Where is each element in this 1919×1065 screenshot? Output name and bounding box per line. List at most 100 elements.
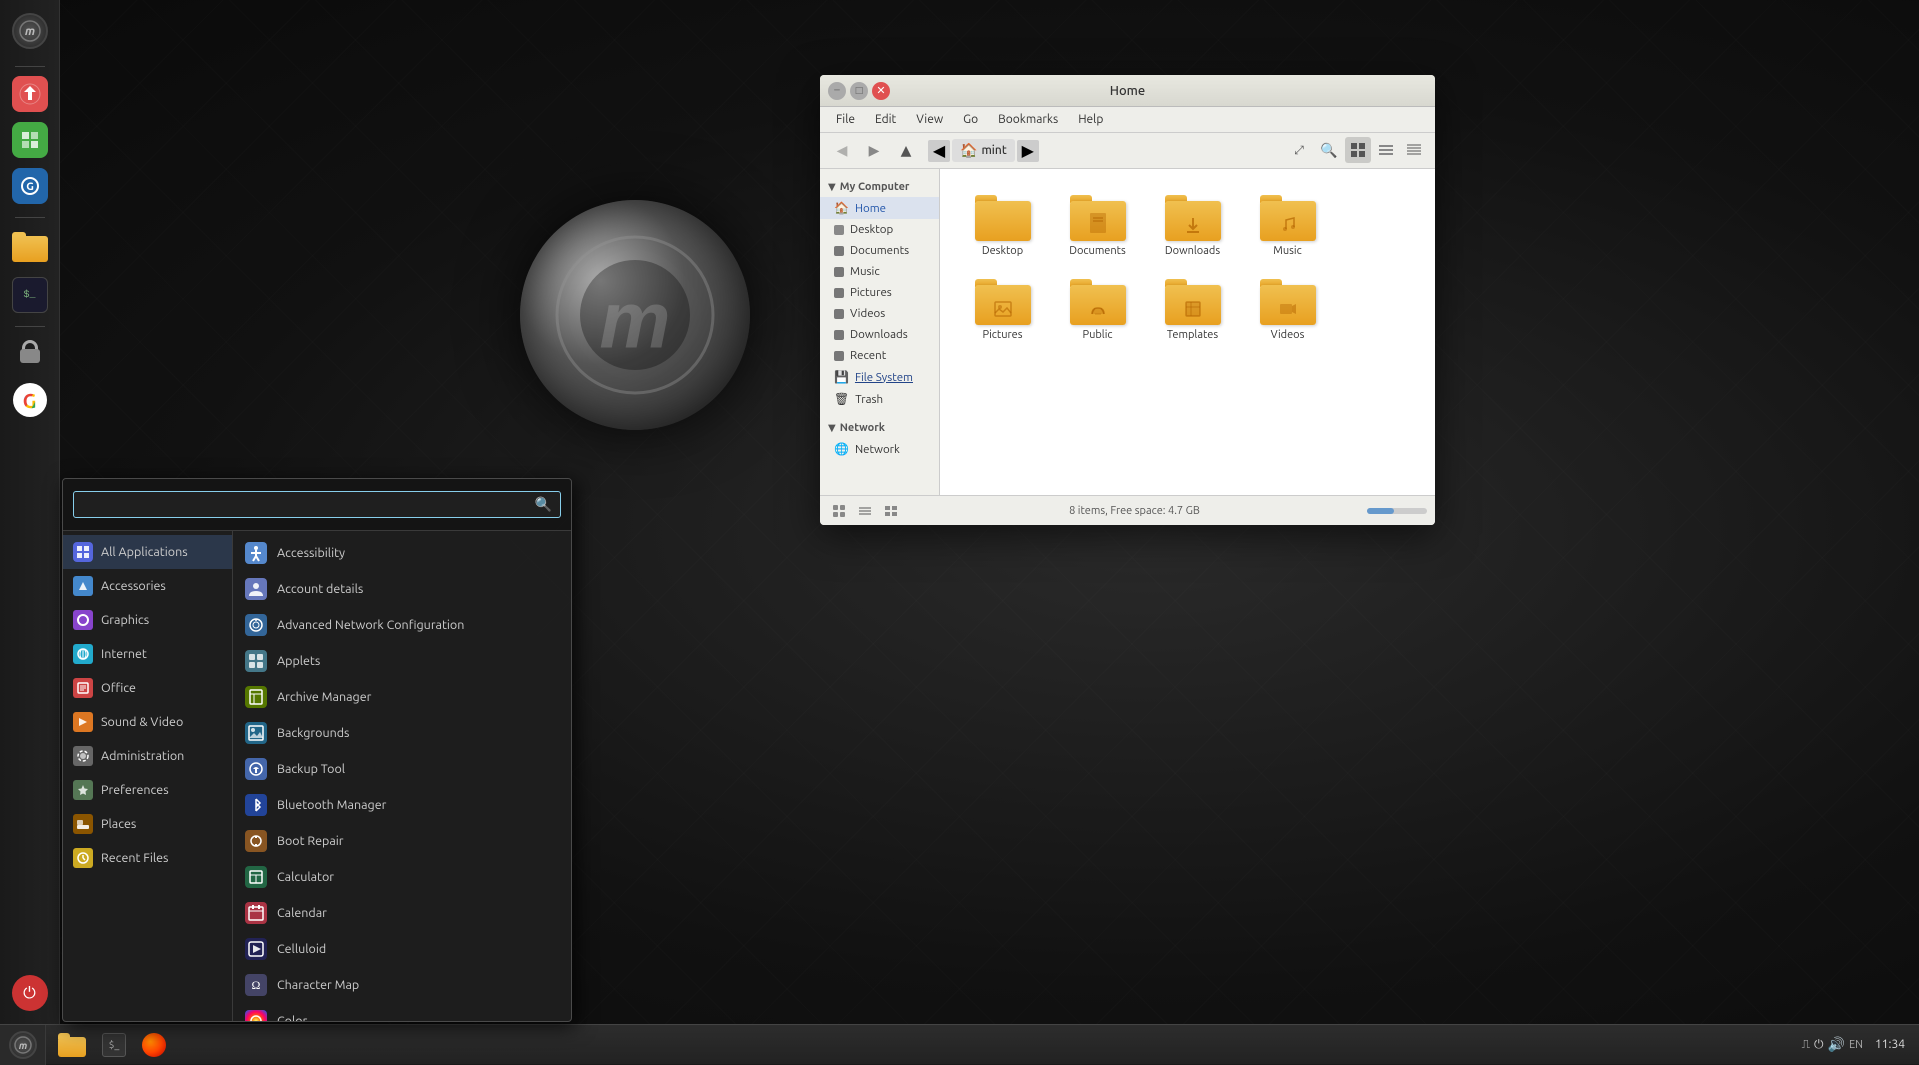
fm-folder-pictures[interactable]: Pictures bbox=[960, 273, 1045, 347]
app-character-map-label: Character Map bbox=[277, 978, 359, 992]
fm-sidebar-network[interactable]: 🌐Network bbox=[820, 438, 939, 460]
fm-icon-view-button[interactable] bbox=[1345, 137, 1371, 163]
fm-sidebar-trash[interactable]: 🗑Trash bbox=[820, 388, 939, 410]
fm-close-button[interactable]: ✕ bbox=[872, 82, 890, 100]
menu-search-input[interactable] bbox=[82, 497, 535, 512]
fm-folder-downloads[interactable]: Downloads bbox=[1150, 189, 1235, 263]
menu-cat-graphics[interactable]: Graphics bbox=[63, 603, 232, 637]
fm-sidebar-desktop[interactable]: Desktop bbox=[820, 219, 939, 240]
dock-lock[interactable] bbox=[9, 333, 51, 375]
menu-app-calendar[interactable]: Calendar bbox=[233, 895, 571, 931]
menu-app-celluloid[interactable]: Celluloid bbox=[233, 931, 571, 967]
fm-status-icon-1[interactable] bbox=[828, 500, 850, 522]
fm-up-button[interactable]: ▲ bbox=[892, 137, 920, 165]
dock-folder[interactable] bbox=[9, 224, 51, 270]
dock-mint-menu[interactable]: m bbox=[9, 10, 51, 52]
fm-sidebar-pictures[interactable]: Pictures bbox=[820, 282, 939, 303]
fm-folder-desktop[interactable]: Desktop bbox=[960, 189, 1045, 263]
fm-forward-button[interactable]: ▶ bbox=[860, 137, 888, 165]
fm-compact-view-button[interactable] bbox=[1401, 137, 1427, 163]
fm-path-right-btn[interactable]: ▶ bbox=[1017, 140, 1039, 162]
fm-sidebar-videos[interactable]: Videos bbox=[820, 303, 939, 324]
fm-menu-edit[interactable]: Edit bbox=[867, 110, 904, 129]
fm-folder-music[interactable]: Music bbox=[1245, 189, 1330, 263]
fm-toolbar-right: ⤢ 🔍 bbox=[1285, 137, 1427, 165]
taskbar-terminal-item[interactable]: $_ bbox=[94, 1027, 134, 1063]
app-calendar-label: Calendar bbox=[277, 906, 327, 920]
dock-google[interactable]: G bbox=[9, 379, 51, 421]
menu-app-archive-manager[interactable]: Archive Manager bbox=[233, 679, 571, 715]
menu-app-backgrounds[interactable]: Backgrounds bbox=[233, 715, 571, 751]
menu-cat-recent-files[interactable]: Recent Files bbox=[63, 841, 232, 875]
folder-videos-label: Videos bbox=[1271, 329, 1305, 341]
app-account-details-label: Account details bbox=[277, 582, 363, 596]
menu-cat-all-applications[interactable]: All Applications bbox=[63, 535, 232, 569]
fm-sidebar-documents[interactable]: Documents bbox=[820, 240, 939, 261]
dock-separator-1 bbox=[15, 66, 45, 67]
fm-menu-view[interactable]: View bbox=[908, 110, 951, 129]
fm-path-text: mint bbox=[981, 144, 1006, 157]
menu-app-calculator[interactable]: Calculator bbox=[233, 859, 571, 895]
menu-app-applets[interactable]: Applets bbox=[233, 643, 571, 679]
menu-app-advanced-network[interactable]: Advanced Network Configuration bbox=[233, 607, 571, 643]
fm-search-button[interactable]: 🔍 bbox=[1315, 137, 1343, 165]
folder-public-label: Public bbox=[1083, 329, 1113, 341]
fm-statusbar: 8 items, Free space: 4.7 GB bbox=[820, 495, 1435, 525]
taskbar-folder-item[interactable] bbox=[50, 1027, 94, 1063]
fm-menubar: File Edit View Go Bookmarks Help bbox=[820, 107, 1435, 133]
menu-app-backup-tool[interactable]: Backup Tool bbox=[233, 751, 571, 787]
menu-app-accessibility[interactable]: Accessibility bbox=[233, 535, 571, 571]
fm-folder-public[interactable]: Public bbox=[1055, 273, 1140, 347]
fm-sidebar-downloads[interactable]: Downloads bbox=[820, 324, 939, 345]
menu-cat-sound-video[interactable]: Sound & Video bbox=[63, 705, 232, 739]
fm-statusbar-left-icons bbox=[828, 500, 902, 522]
fm-status-icon-2[interactable] bbox=[854, 500, 876, 522]
mint-menu: 🔍 All Applications bbox=[62, 478, 572, 1022]
fm-sidebar-filesystem[interactable]: 💾File System bbox=[820, 366, 939, 388]
fm-list-view-button[interactable] bbox=[1373, 137, 1399, 163]
fm-back-button[interactable]: ◀ bbox=[828, 137, 856, 165]
fm-path-left-btn[interactable]: ◀ bbox=[928, 140, 950, 162]
desktop: m m bbox=[0, 0, 1919, 1064]
fm-maximize-button[interactable]: □ bbox=[850, 82, 868, 100]
fm-folder-templates[interactable]: Templates bbox=[1150, 273, 1235, 347]
menu-app-account-details[interactable]: Account details bbox=[233, 571, 571, 607]
dock-power[interactable]: ⏻ bbox=[9, 972, 51, 1014]
menu-app-color[interactable]: Color bbox=[233, 1003, 571, 1021]
menu-app-boot-repair[interactable]: Boot Repair bbox=[233, 823, 571, 859]
fm-menu-go[interactable]: Go bbox=[955, 110, 986, 129]
fm-sidebar-music[interactable]: Music bbox=[820, 261, 939, 282]
fm-resize-button[interactable]: ⤢ bbox=[1285, 137, 1313, 165]
menu-cat-internet[interactable]: Internet bbox=[63, 637, 232, 671]
dock-synaptic[interactable] bbox=[9, 119, 51, 161]
menu-cat-preferences[interactable]: Preferences bbox=[63, 773, 232, 807]
menu-apps-list: Accessibility Account details Advanced N… bbox=[233, 531, 571, 1021]
fm-menu-file[interactable]: File bbox=[828, 110, 863, 129]
menu-app-bluetooth-manager[interactable]: Bluetooth Manager bbox=[233, 787, 571, 823]
fm-minimize-button[interactable]: ─ bbox=[828, 82, 846, 100]
dock-mintupdate[interactable] bbox=[9, 73, 51, 115]
fm-folder-documents[interactable]: Documents bbox=[1055, 189, 1140, 263]
taskbar-clock: 11:34 bbox=[1869, 1038, 1911, 1051]
fm-menu-help[interactable]: Help bbox=[1070, 110, 1111, 129]
fm-folder-videos[interactable]: Videos bbox=[1245, 273, 1330, 347]
cat-places-label: Places bbox=[101, 817, 136, 831]
dock-gdebi[interactable]: G bbox=[9, 165, 51, 207]
menu-cat-office[interactable]: Office bbox=[63, 671, 232, 705]
dock-terminal[interactable]: $_ bbox=[9, 274, 51, 316]
menu-app-character-map[interactable]: Ω Character Map bbox=[233, 967, 571, 1003]
menu-cat-accessories[interactable]: Accessories bbox=[63, 569, 232, 603]
cat-preferences-label: Preferences bbox=[101, 783, 169, 797]
fm-sidebar-home[interactable]: 🏠Home bbox=[820, 197, 939, 219]
taskbar-start-button[interactable]: m bbox=[0, 1025, 46, 1065]
svg-text:m: m bbox=[599, 275, 670, 364]
taskbar-items: $_ bbox=[46, 1027, 1794, 1063]
fm-section-header-mycomputer: ▼ My Computer bbox=[820, 177, 939, 197]
fm-sidebar-recent[interactable]: Recent bbox=[820, 345, 939, 366]
folder-music-label: Music bbox=[1273, 245, 1301, 257]
taskbar-firefox-item[interactable] bbox=[134, 1027, 174, 1063]
menu-cat-administration[interactable]: Administration bbox=[63, 739, 232, 773]
fm-status-icon-3[interactable] bbox=[880, 500, 902, 522]
fm-menu-bookmarks[interactable]: Bookmarks bbox=[990, 110, 1066, 129]
menu-cat-places[interactable]: Places bbox=[63, 807, 232, 841]
